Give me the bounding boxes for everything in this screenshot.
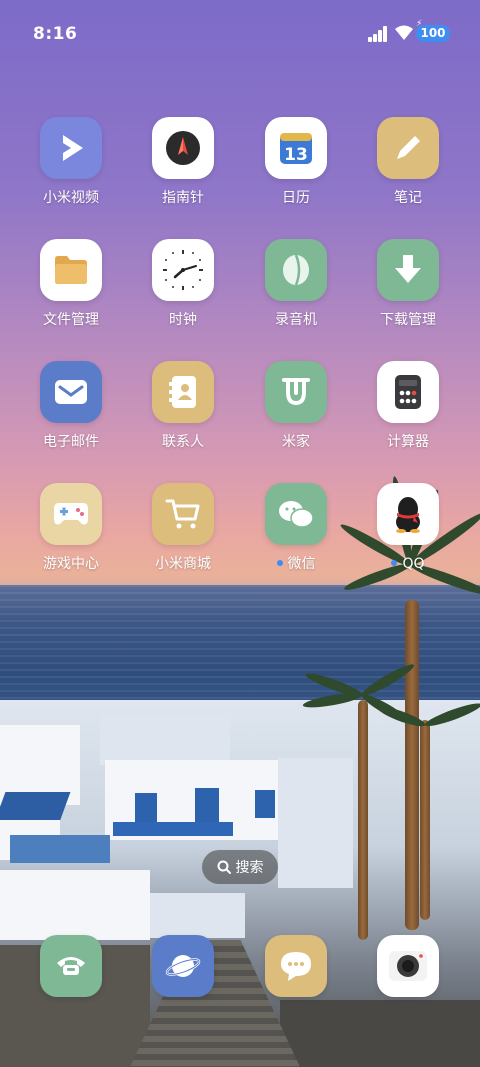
wallpaper-window: [255, 790, 275, 818]
app-label: 计算器: [387, 434, 429, 450]
svg-text:13: 13: [284, 145, 308, 165]
calculator-icon: [377, 361, 439, 423]
app-label: 微信: [240, 555, 352, 573]
app-label: 日历: [282, 190, 310, 206]
app-clock[interactable]: 时钟: [127, 239, 239, 329]
wallpaper-building: [278, 758, 353, 888]
mijia-icon: [265, 361, 327, 423]
folder-icon: [40, 239, 102, 301]
search-button[interactable]: 搜索: [202, 850, 278, 884]
battery-indicator: 100: [416, 25, 450, 42]
qq-penguin-icon: [377, 483, 439, 545]
contacts-icon: [152, 361, 214, 423]
app-contacts[interactable]: 联系人: [127, 361, 239, 451]
app-notes[interactable]: 笔记: [352, 117, 464, 207]
clock-icon: [152, 239, 214, 301]
app-label: 小米视频: [43, 190, 99, 206]
gamepad-icon: [40, 483, 102, 545]
message-bubble-icon: [265, 935, 327, 997]
wallpaper-palm-trunk: [405, 600, 419, 930]
wallpaper-roof: [10, 835, 110, 863]
wallpaper-railing: [113, 822, 233, 836]
app-label: 小米商城: [155, 556, 211, 572]
new-badge-dot: [276, 560, 283, 566]
recorder-icon: [265, 239, 327, 301]
wifi-icon: [395, 25, 413, 40]
app-xiaomi-video[interactable]: 小米视频: [15, 117, 127, 207]
wallpaper-palm-trunk: [358, 700, 368, 940]
app-label: 游戏中心: [43, 556, 99, 572]
wallpaper-roof: [0, 792, 71, 822]
app-mijia[interactable]: 米家: [240, 361, 352, 451]
wallpaper-wall: [280, 1000, 480, 1067]
app-qq[interactable]: QQ: [352, 483, 464, 573]
wechat-icon: [265, 483, 327, 545]
wallpaper-building: [150, 893, 245, 938]
app-label: 下载管理: [380, 312, 436, 328]
app-recorder[interactable]: 录音机: [240, 239, 352, 329]
dock-phone[interactable]: [15, 935, 127, 997]
cellular-signal-icon: [368, 26, 390, 42]
status-bar: 8:16 ⚡ 100: [0, 0, 480, 68]
app-label: 米家: [282, 434, 310, 450]
app-wechat[interactable]: 微信: [240, 483, 352, 573]
app-label: 电子邮件: [43, 434, 99, 450]
pencil-icon: [377, 117, 439, 179]
app-xiaomi-mall[interactable]: 小米商城: [127, 483, 239, 573]
phone-icon: [40, 935, 102, 997]
app-label: 时钟: [169, 312, 197, 328]
app-label: 文件管理: [43, 312, 99, 328]
wallpaper-building: [0, 870, 150, 940]
app-label: 笔记: [394, 190, 422, 206]
dock-camera[interactable]: [352, 935, 464, 997]
play-icon: [40, 117, 102, 179]
dock-browser[interactable]: [127, 935, 239, 997]
wallpaper-building: [100, 715, 230, 765]
mail-icon: [40, 361, 102, 423]
search-label: 搜索: [235, 860, 264, 876]
download-icon: [377, 239, 439, 301]
wallpaper-window: [135, 793, 157, 823]
new-badge-dot: [391, 560, 398, 566]
app-calendar[interactable]: 13 日历: [240, 117, 352, 207]
cart-icon: [152, 483, 214, 545]
dock-messages[interactable]: [240, 935, 352, 997]
search-icon: [217, 860, 231, 874]
app-label: 联系人: [162, 434, 204, 450]
app-compass[interactable]: 指南针: [127, 117, 239, 207]
app-calculator[interactable]: 计算器: [352, 361, 464, 451]
app-label: QQ: [352, 555, 464, 573]
app-email[interactable]: 电子邮件: [15, 361, 127, 451]
app-game-center[interactable]: 游戏中心: [15, 483, 127, 573]
app-download-manager[interactable]: 下载管理: [352, 239, 464, 329]
status-time: 8:16: [33, 24, 78, 44]
compass-icon: [152, 117, 214, 179]
app-file-manager[interactable]: 文件管理: [15, 239, 127, 329]
calendar-icon: 13: [265, 117, 327, 179]
wallpaper-palm-trunk: [420, 720, 430, 920]
app-label: 录音机: [275, 312, 317, 328]
camera-icon: [377, 935, 439, 997]
app-label: 指南针: [162, 190, 204, 206]
browser-planet-icon: [152, 935, 214, 997]
